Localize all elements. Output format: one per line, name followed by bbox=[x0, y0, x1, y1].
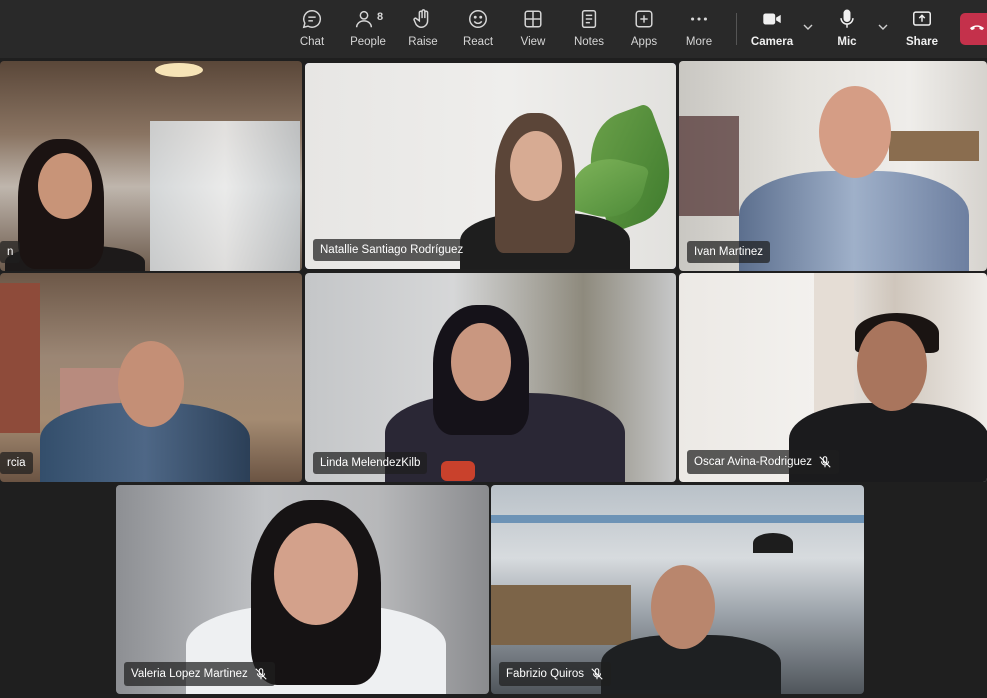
video-tile[interactable]: rcia bbox=[0, 273, 302, 482]
ceiling-beam bbox=[491, 515, 864, 523]
raise-label: Raise bbox=[408, 36, 438, 48]
bookshelf bbox=[889, 131, 979, 161]
people-button[interactable]: 8 People bbox=[348, 6, 388, 52]
people-icon: 8 bbox=[350, 6, 386, 32]
video-tile[interactable]: Oscar Avina-Rodriguez bbox=[679, 273, 987, 482]
video-tile[interactable]: n bbox=[0, 61, 302, 271]
participant-name-tag: rcia bbox=[0, 452, 33, 474]
participant-name-tag: Natallie Santiago Rodríguez bbox=[313, 239, 471, 261]
notes-icon bbox=[576, 6, 602, 32]
participant-name-tag: Fabrizio Quiros bbox=[499, 662, 611, 686]
mic-button[interactable]: Mic bbox=[834, 6, 860, 52]
react-button[interactable]: React bbox=[462, 6, 494, 52]
more-icon bbox=[686, 6, 712, 32]
video-tile-active-speaker[interactable]: Natallie Santiago Rodríguez bbox=[305, 63, 676, 269]
mic-label: Mic bbox=[837, 36, 857, 48]
apps-button[interactable]: Apps bbox=[628, 6, 660, 52]
participant-name: Oscar Avina-Rodriguez bbox=[694, 456, 813, 468]
office-desk bbox=[491, 585, 631, 645]
meeting-window: Chat 8 People Raise React View Notes App… bbox=[0, 0, 987, 698]
video-tile[interactable]: Fabrizio Quiros bbox=[491, 485, 864, 694]
leave-call-button[interactable] bbox=[960, 13, 987, 45]
react-label: React bbox=[462, 36, 494, 48]
share-label: Share bbox=[906, 36, 938, 48]
participant-name-tag: Linda MelendezKilb bbox=[313, 452, 428, 474]
participant-name-tag: Valeria Lopez Martinez bbox=[124, 662, 275, 686]
camera-label: Camera bbox=[750, 36, 794, 48]
participant-name-tag: n bbox=[0, 241, 21, 263]
participant-name: Linda MelendezKilb bbox=[320, 457, 421, 469]
view-label: View bbox=[520, 36, 546, 48]
participant-face bbox=[38, 153, 92, 219]
participant-face bbox=[819, 86, 891, 178]
mic-off-icon bbox=[818, 455, 832, 469]
participant-face bbox=[857, 321, 927, 411]
participant-name: Fabrizio Quiros bbox=[506, 668, 584, 680]
participant-body bbox=[739, 171, 969, 271]
people-label: People bbox=[350, 36, 386, 48]
toolbar-divider bbox=[736, 13, 737, 45]
mic-options-chevron-icon[interactable] bbox=[876, 20, 890, 34]
more-button[interactable]: More bbox=[682, 6, 716, 52]
participant-name: Natallie Santiago Rodríguez bbox=[320, 244, 464, 256]
participant-face bbox=[274, 523, 358, 625]
view-button[interactable]: View bbox=[518, 6, 548, 52]
microphone-icon bbox=[834, 6, 860, 32]
share-screen-icon bbox=[909, 6, 935, 32]
participant-name: rcia bbox=[7, 457, 26, 469]
video-tile[interactable]: Linda MelendezKilb bbox=[305, 273, 676, 482]
pendant-lamp bbox=[753, 533, 793, 553]
participant-face bbox=[510, 131, 562, 201]
participant-name: Valeria Lopez Martinez bbox=[131, 668, 248, 680]
share-button[interactable]: Share bbox=[906, 6, 938, 52]
hand-icon bbox=[410, 6, 436, 32]
mic-off-icon bbox=[254, 667, 268, 681]
notes-label: Notes bbox=[573, 36, 605, 48]
coffee-mug bbox=[441, 461, 475, 481]
participant-face bbox=[451, 323, 511, 401]
video-tile[interactable]: Valeria Lopez Martinez bbox=[116, 485, 489, 694]
people-count: 8 bbox=[376, 11, 384, 23]
grid-view-icon bbox=[520, 6, 546, 32]
participant-name: n bbox=[7, 246, 14, 258]
camera-icon bbox=[759, 6, 785, 32]
brick-wall bbox=[0, 283, 40, 433]
chat-button[interactable]: Chat bbox=[296, 6, 328, 52]
raise-hand-button[interactable]: Raise bbox=[408, 6, 438, 52]
chat-icon bbox=[299, 6, 325, 32]
participant-name-tag: Ivan Martinez bbox=[687, 241, 771, 263]
chat-label: Chat bbox=[299, 36, 325, 48]
phone-hangup-icon bbox=[968, 18, 986, 41]
more-label: More bbox=[685, 36, 713, 48]
meeting-toolbar: Chat 8 People Raise React View Notes App… bbox=[0, 0, 987, 58]
participant-face bbox=[651, 565, 715, 649]
apps-label: Apps bbox=[630, 36, 658, 48]
smiley-icon bbox=[465, 6, 491, 32]
window-light bbox=[150, 121, 300, 271]
camera-button[interactable]: Camera bbox=[750, 6, 794, 52]
ceiling-light bbox=[155, 63, 203, 77]
mic-off-icon bbox=[590, 667, 604, 681]
video-tile[interactable]: Ivan Martinez bbox=[679, 61, 987, 271]
camera-options-chevron-icon[interactable] bbox=[801, 20, 815, 34]
add-app-icon bbox=[631, 6, 657, 32]
participant-face bbox=[118, 341, 184, 427]
notes-button[interactable]: Notes bbox=[572, 6, 606, 52]
drum-kit bbox=[679, 116, 739, 216]
participant-name-tag: Oscar Avina-Rodriguez bbox=[687, 450, 840, 474]
participant-name: Ivan Martinez bbox=[694, 246, 764, 258]
